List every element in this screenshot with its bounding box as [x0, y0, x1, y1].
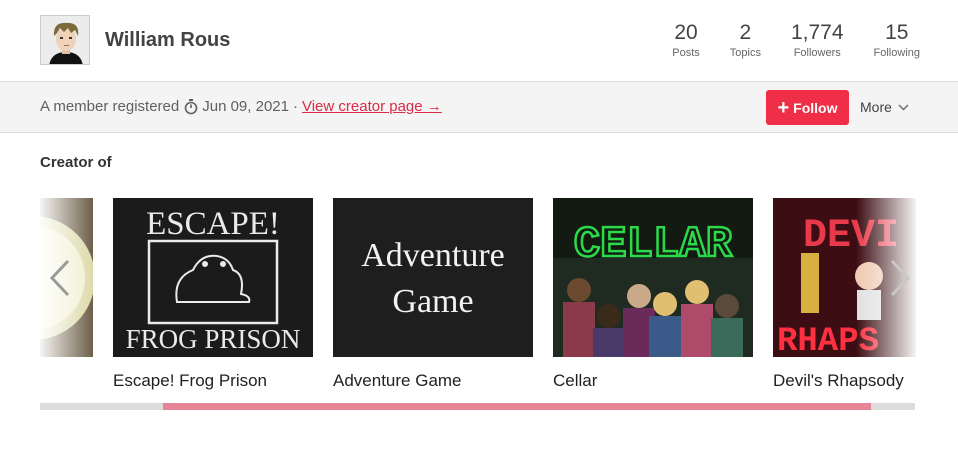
- plus-icon: +: [777, 96, 790, 119]
- art-title: CELLAR: [574, 220, 733, 270]
- section-title: Creator of: [40, 154, 112, 171]
- game-title[interactable]: Devil's Rhapsody: [773, 371, 916, 391]
- username: William Rous: [105, 29, 231, 51]
- more-label: More: [860, 99, 892, 115]
- frog-prison-art: ESCAPE! FROG PRISON: [113, 198, 313, 357]
- game-title[interactable]: Escape! Frog Prison: [113, 371, 313, 391]
- art-title: ESCAPE!: [146, 206, 280, 242]
- stat-label: Followers: [793, 47, 841, 59]
- stopwatch-icon: [184, 98, 198, 114]
- stat-posts[interactable]: 20 Posts: [672, 21, 700, 61]
- pixel-avatar-icon: [41, 16, 89, 64]
- stats-bar: 20 Posts 2 Topics 1,774 Followers 15 Fol…: [672, 21, 920, 61]
- game-thumbnail: ESCAPE! FROG PRISON: [113, 198, 313, 357]
- carousel-prev-button[interactable]: [48, 258, 72, 298]
- game-thumbnail: Adventure Game: [333, 198, 533, 357]
- more-button[interactable]: More: [860, 99, 909, 115]
- stat-label: Posts: [672, 47, 700, 59]
- follow-button[interactable]: + Follow: [766, 90, 849, 125]
- chevron-down-icon: [898, 104, 909, 110]
- stat-value: 1,774: [790, 21, 844, 44]
- stat-value: 20: [674, 21, 698, 44]
- member-registered-text: A member registered: [40, 98, 180, 115]
- member-info: A member registered Jun 09, 2021 · View …: [40, 98, 442, 115]
- game-card[interactable]: CELLAR Cellar: [553, 198, 753, 391]
- game-thumbnail: CELLAR: [553, 198, 753, 357]
- stat-label: Following: [873, 47, 920, 59]
- stat-label: Topics: [729, 47, 761, 59]
- game-card[interactable]: Adventure Game Adventure Game: [333, 198, 533, 391]
- carousel-scrollbar-thumb[interactable]: [162, 403, 872, 410]
- separator: ·: [292, 98, 298, 115]
- game-title[interactable]: Cellar: [553, 371, 753, 391]
- adventure-game-art: Adventure Game: [333, 198, 533, 357]
- art-line-2: Game: [392, 283, 473, 320]
- carousel-next-button[interactable]: [888, 258, 912, 298]
- stat-followers[interactable]: 1,774 Followers: [791, 21, 844, 61]
- stat-following[interactable]: 15 Following: [874, 21, 920, 61]
- profile-header: William Rous 20 Posts 2 Topics 1,774 Fol…: [0, 0, 958, 81]
- game-title[interactable]: Adventure Game: [333, 371, 533, 391]
- avatar[interactable]: [40, 15, 90, 65]
- stat-value: 15: [885, 21, 909, 44]
- stat-topics[interactable]: 2 Topics: [730, 21, 761, 61]
- chevron-left-icon: [49, 259, 70, 297]
- view-creator-page-link[interactable]: View creator page →: [302, 98, 442, 115]
- creator-games-carousel: ESCAPE! FROG PRISON Escape! Frog Prison …: [40, 198, 916, 398]
- registration-date: Jun 09, 2021: [202, 98, 289, 115]
- stat-value: 2: [739, 21, 752, 44]
- art-subtitle: FROG PRISON: [126, 324, 301, 354]
- chevron-right-icon: [890, 259, 911, 297]
- member-info-bar: A member registered Jun 09, 2021 · View …: [0, 81, 958, 133]
- game-card[interactable]: ESCAPE! FROG PRISON Escape! Frog Prison: [113, 198, 313, 391]
- follow-label: Follow: [793, 99, 838, 116]
- art-line-1: Adventure: [361, 237, 505, 274]
- carousel-scrollbar[interactable]: [40, 403, 915, 410]
- cellar-art: CELLAR: [553, 198, 753, 357]
